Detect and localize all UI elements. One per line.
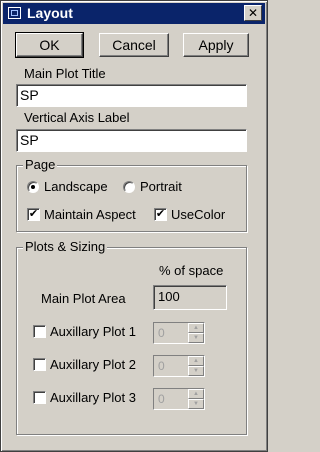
aux-plot-1-checkbox[interactable] bbox=[33, 325, 46, 338]
aux-plot-3-spinner[interactable]: 0 ▲ ▼ bbox=[153, 388, 205, 410]
landscape-label[interactable]: Landscape bbox=[44, 179, 108, 194]
aux-plot-1-spinner[interactable]: 0 ▲ ▼ bbox=[153, 322, 205, 344]
main-plot-title-label: Main Plot Title bbox=[24, 66, 106, 81]
spin-down-icon[interactable]: ▼ bbox=[188, 399, 204, 409]
use-color-checkbox[interactable]: ✔ bbox=[154, 208, 167, 221]
aux-plot-3-label[interactable]: Auxillary Plot 3 bbox=[50, 390, 136, 405]
maintain-aspect-label[interactable]: Maintain Aspect bbox=[44, 207, 136, 222]
checkmark-icon: ✔ bbox=[155, 208, 166, 220]
aux-plot-1-value: 0 bbox=[158, 326, 165, 340]
aux-plot-2-checkbox[interactable] bbox=[33, 358, 46, 371]
landscape-radio[interactable] bbox=[27, 181, 39, 193]
title-bar[interactable]: Layout ✕ bbox=[3, 3, 265, 24]
aux-plot-1-label[interactable]: Auxillary Plot 1 bbox=[50, 324, 136, 339]
spin-down-icon[interactable]: ▼ bbox=[188, 366, 204, 376]
aux-plot-3-checkbox[interactable] bbox=[33, 391, 46, 404]
apply-button[interactable]: Apply bbox=[183, 33, 249, 57]
spin-up-icon[interactable]: ▲ bbox=[188, 389, 204, 399]
maintain-aspect-checkbox[interactable]: ✔ bbox=[27, 208, 40, 221]
ok-button[interactable]: OK bbox=[15, 32, 84, 58]
layout-dialog: Layout ✕ OK Cancel Apply Main Plot Title… bbox=[0, 0, 268, 452]
portrait-label[interactable]: Portrait bbox=[140, 179, 182, 194]
spin-up-icon[interactable]: ▲ bbox=[188, 323, 204, 333]
spin-up-icon[interactable]: ▲ bbox=[188, 356, 204, 366]
spin-down-icon[interactable]: ▼ bbox=[188, 333, 204, 343]
use-color-label[interactable]: UseColor bbox=[171, 207, 225, 222]
aux-plot-2-value: 0 bbox=[158, 359, 165, 373]
main-plot-area-value: 100 bbox=[153, 285, 227, 310]
close-button[interactable]: ✕ bbox=[244, 5, 262, 21]
cancel-button[interactable]: Cancel bbox=[99, 33, 169, 57]
vertical-axis-label-label: Vertical Axis Label bbox=[24, 110, 130, 125]
vertical-axis-label-input[interactable]: SP bbox=[16, 129, 247, 152]
window-title: Layout bbox=[27, 5, 73, 21]
aux-plot-2-label[interactable]: Auxillary Plot 2 bbox=[50, 357, 136, 372]
plots-sizing-group-title: Plots & Sizing bbox=[23, 239, 108, 254]
app-icon bbox=[8, 7, 21, 19]
pct-of-space-header: % of space bbox=[159, 263, 224, 278]
portrait-radio[interactable] bbox=[123, 181, 135, 193]
main-plot-area-label: Main Plot Area bbox=[41, 291, 126, 306]
page-group-title: Page bbox=[23, 157, 58, 172]
aux-plot-2-spinner[interactable]: 0 ▲ ▼ bbox=[153, 355, 205, 377]
main-plot-title-input[interactable]: SP bbox=[16, 84, 247, 107]
close-icon: ✕ bbox=[247, 6, 259, 20]
aux-plot-3-value: 0 bbox=[158, 392, 165, 406]
checkmark-icon: ✔ bbox=[28, 208, 39, 220]
